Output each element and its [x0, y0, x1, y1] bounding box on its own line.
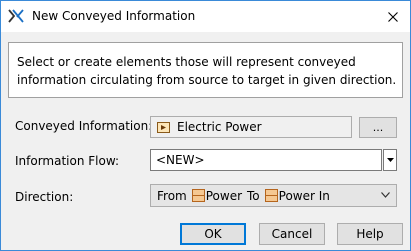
- description-panel: Select or create elements those will rep…: [8, 42, 403, 98]
- close-icon: [388, 11, 398, 22]
- direction-to-word: To: [247, 188, 260, 203]
- information-flow-label: Information Flow:: [15, 154, 120, 168]
- dialog-window: New Conveyed Information Select or creat…: [0, 0, 411, 251]
- direction-label: Direction:: [15, 190, 74, 204]
- title-bar[interactable]: New Conveyed Information: [1, 1, 410, 32]
- port-icon: [264, 189, 278, 202]
- triangle-down-icon: [386, 158, 394, 162]
- direction-from-port: Power: [205, 188, 243, 203]
- magicdraw-logo-icon: [8, 9, 24, 23]
- close-button[interactable]: [376, 1, 410, 32]
- description-text: Select or create elements those will rep…: [17, 55, 397, 87]
- information-flow-value: <NEW>: [156, 153, 205, 167]
- cancel-button[interactable]: Cancel: [259, 223, 325, 245]
- conveyed-information-field: Electric Power: [150, 116, 352, 138]
- window-title: New Conveyed Information: [32, 9, 196, 23]
- direction-from-word: From: [157, 188, 187, 203]
- direction-to-port: Power In: [278, 188, 330, 203]
- direction-select[interactable]: From Power To Power In: [150, 184, 397, 207]
- browse-button[interactable]: ...: [359, 117, 397, 138]
- ok-button[interactable]: OK: [180, 223, 246, 245]
- information-flow-combobox[interactable]: <NEW>: [150, 149, 382, 171]
- help-button[interactable]: Help: [337, 223, 403, 245]
- information-flow-dropdown-button[interactable]: [383, 149, 397, 171]
- signal-icon: [157, 121, 170, 133]
- conveyed-information-value: Electric Power: [177, 120, 262, 134]
- port-icon: [191, 189, 205, 202]
- conveyed-information-label: Conveyed Information:: [15, 119, 153, 133]
- chevron-down-icon: [381, 192, 390, 198]
